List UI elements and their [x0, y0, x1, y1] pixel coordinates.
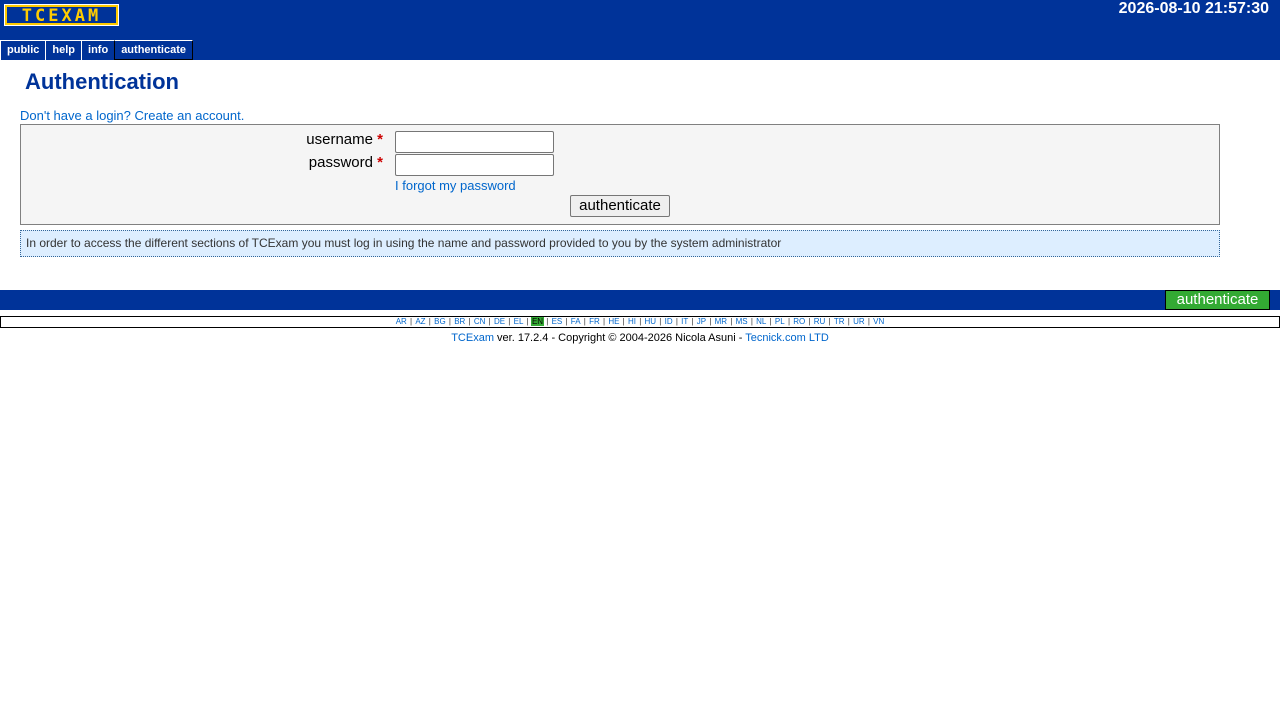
clock-timestamp: 2026-08-10 21:57:30	[1118, 0, 1269, 17]
language-link-id[interactable]: ID	[664, 317, 674, 326]
password-label-text: password	[308, 154, 373, 171]
language-link-ur[interactable]: UR	[852, 317, 866, 326]
language-link-fr[interactable]: FR	[588, 317, 601, 326]
language-separator: |	[767, 317, 774, 326]
language-link-ro[interactable]: RO	[792, 317, 806, 326]
language-link-en[interactable]: EN	[530, 317, 545, 326]
language-link-hu[interactable]: HU	[644, 317, 658, 326]
login-form: username * password * I forgot my passwo…	[20, 124, 1220, 225]
language-link-hi[interactable]: HI	[627, 317, 637, 326]
language-separator: |	[728, 317, 735, 326]
language-separator: |	[707, 317, 714, 326]
copyright-footer: TCExam ver. 17.2.4 - Copyright © 2004-20…	[0, 332, 1280, 344]
language-link-tr[interactable]: TR	[833, 317, 846, 326]
required-mark: *	[377, 154, 383, 171]
language-selector: AR | AZ | BG | BR | CN | DE | EL | EN | …	[0, 316, 1280, 328]
language-link-el[interactable]: EL	[513, 317, 525, 326]
language-link-az[interactable]: AZ	[414, 317, 426, 326]
copyright-text: ver. 17.2.4 - Copyright © 2004-2026 Nico…	[493, 332, 746, 344]
username-label: username *	[183, 131, 383, 148]
language-link-br[interactable]: BR	[453, 317, 466, 326]
header-bar: TCEXAM 2026-08-10 21:57:30 public help i…	[0, 0, 1280, 60]
info-message: In order to access the different section…	[20, 230, 1220, 257]
language-separator: |	[524, 317, 531, 326]
language-separator: |	[486, 317, 493, 326]
footer-authenticate-button[interactable]: authenticate	[1165, 290, 1270, 310]
footer-bar: authenticate	[0, 290, 1280, 310]
language-link-nl[interactable]: NL	[755, 317, 767, 326]
language-separator: |	[657, 317, 664, 326]
create-account-link[interactable]: Don't have a login? Create an account.	[20, 108, 244, 123]
language-link-jp[interactable]: JP	[696, 317, 707, 326]
language-link-vn[interactable]: VN	[872, 317, 885, 326]
language-link-es[interactable]: ES	[551, 317, 564, 326]
tcexam-logo[interactable]: TCEXAM	[4, 4, 119, 26]
language-link-pl[interactable]: PL	[774, 317, 786, 326]
language-separator: |	[506, 317, 513, 326]
language-separator: |	[466, 317, 473, 326]
username-input[interactable]	[395, 131, 554, 153]
language-link-ru[interactable]: RU	[813, 317, 827, 326]
language-separator: |	[689, 317, 696, 326]
password-input[interactable]	[395, 154, 554, 176]
language-link-ar[interactable]: AR	[395, 317, 408, 326]
menu-item-authenticate[interactable]: authenticate	[114, 40, 193, 60]
logo-text: TCEXAM	[5, 5, 118, 25]
menu-item-help[interactable]: help	[45, 40, 83, 60]
language-separator: |	[544, 317, 551, 326]
language-link-cn[interactable]: CN	[473, 317, 487, 326]
language-separator: |	[636, 317, 644, 326]
language-link-bg[interactable]: BG	[433, 317, 447, 326]
language-link-mr[interactable]: MR	[714, 317, 728, 326]
authenticate-button[interactable]: authenticate	[570, 195, 670, 217]
main-menu: public help info authenticate	[0, 40, 193, 60]
language-link-it[interactable]: IT	[680, 317, 689, 326]
password-label: password *	[183, 154, 383, 171]
username-label-text: username	[306, 131, 373, 148]
language-link-fa[interactable]: FA	[570, 317, 582, 326]
language-link-he[interactable]: HE	[607, 317, 620, 326]
menu-item-public[interactable]: public	[0, 40, 47, 60]
language-link-ms[interactable]: MS	[735, 317, 749, 326]
language-separator: |	[806, 317, 813, 326]
tecnick-link[interactable]: Tecnick.com LTD	[745, 332, 829, 344]
required-mark: *	[377, 131, 383, 148]
forgot-password-link[interactable]: I forgot my password	[395, 178, 516, 193]
language-separator: |	[826, 317, 833, 326]
language-separator: |	[563, 317, 570, 326]
language-link-de[interactable]: DE	[493, 317, 506, 326]
tcexam-link[interactable]: TCExam	[451, 332, 494, 344]
language-separator: |	[620, 317, 627, 326]
menu-item-info[interactable]: info	[81, 40, 116, 60]
page-title: Authentication	[25, 69, 179, 94]
